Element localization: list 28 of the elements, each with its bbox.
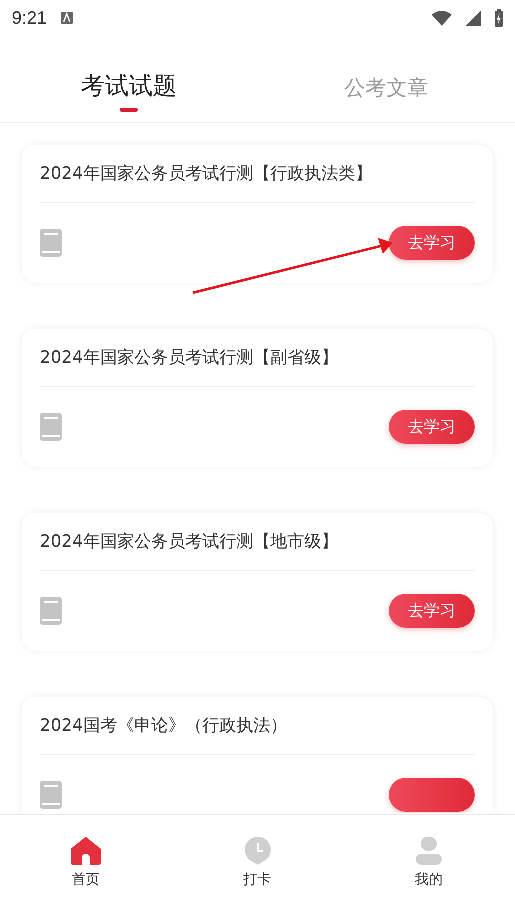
course-card[interactable]: 2024年国家公务员考试行测【地市级】 去学习	[22, 513, 493, 651]
nav-item[interactable]: 首页	[0, 815, 172, 915]
card-title: 2024国考《申论》（行政执法）	[40, 697, 475, 755]
signal-icon	[466, 10, 481, 26]
book-icon	[40, 413, 62, 441]
tab[interactable]: 考试试题	[0, 70, 258, 122]
wifi-icon	[432, 10, 452, 26]
study-button[interactable]: 去学习	[389, 226, 475, 260]
book-icon	[40, 597, 62, 625]
study-button[interactable]: 去学习	[389, 410, 475, 444]
book-icon	[40, 781, 62, 809]
battery-icon	[495, 9, 503, 27]
card-title: 2024年国家公务员考试行测【副省级】	[40, 329, 475, 387]
course-card[interactable]: 2024年国家公务员考试行测【行政执法类】 去学习	[22, 145, 493, 283]
clock-icon	[244, 837, 272, 865]
course-card[interactable]: 2024国考《申论》（行政执法）	[22, 697, 493, 813]
book-icon	[40, 229, 62, 257]
card-title: 2024年国家公务员考试行测【地市级】	[40, 513, 475, 571]
nav-item[interactable]: 打卡	[172, 815, 344, 915]
card-title: 2024年国家公务员考试行测【行政执法类】	[40, 145, 475, 203]
study-button[interactable]	[389, 778, 475, 812]
home-icon	[70, 837, 101, 865]
study-button[interactable]: 去学习	[389, 594, 475, 628]
nav-item[interactable]: 我的	[343, 815, 515, 915]
person-icon	[416, 837, 442, 865]
keyboard-icon	[61, 12, 74, 24]
course-card[interactable]: 2024年国家公务员考试行测【副省级】 去学习	[22, 329, 493, 467]
status-time: 9:21	[12, 8, 48, 28]
